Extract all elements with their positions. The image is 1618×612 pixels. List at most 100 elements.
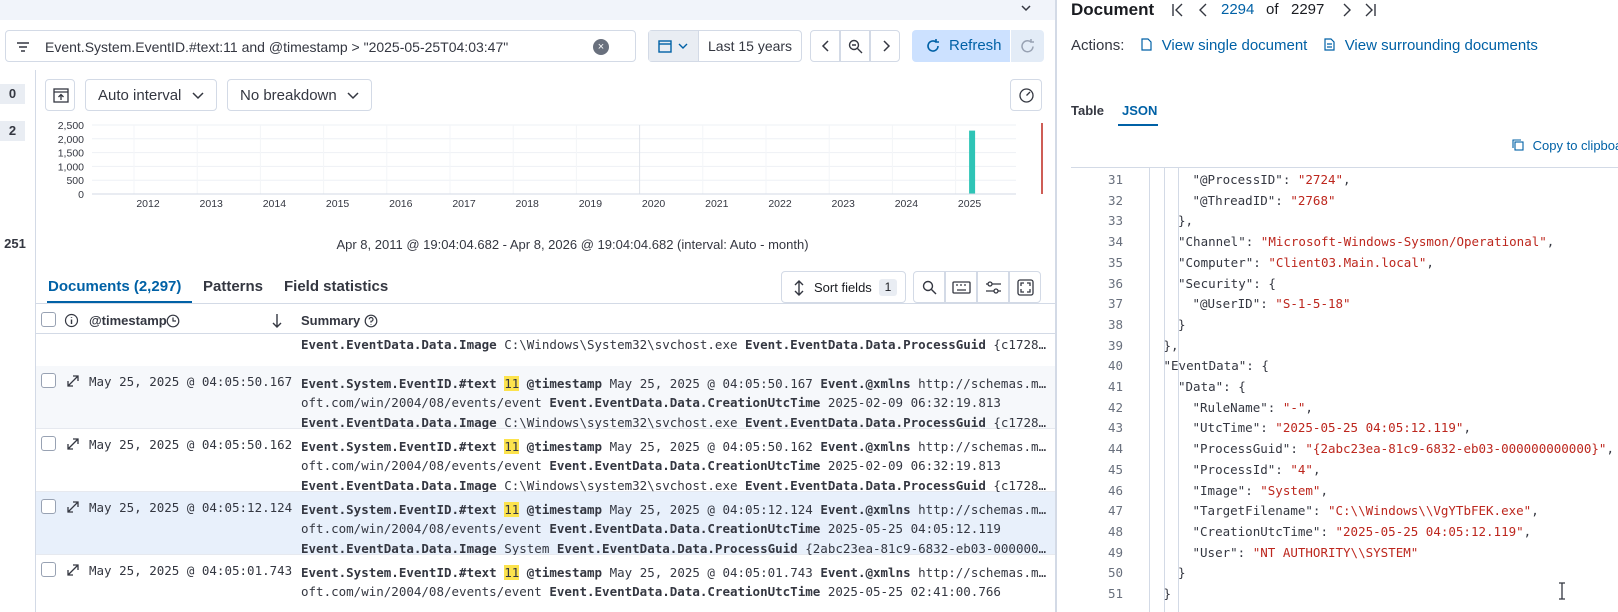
json-key: "RuleName" (1192, 399, 1268, 415)
field-value: oft.com/win/2004/08/events/event (301, 458, 550, 474)
last-page-icon[interactable] (1363, 3, 1377, 17)
breakdown-label: No breakdown (240, 87, 337, 104)
line-number: 41 (1107, 379, 1123, 394)
expand-icon[interactable] (67, 564, 79, 576)
row-timestamp: May 25, 2025 @ 04:05:01.743 (89, 563, 293, 578)
field-name: Event.EventData.Data.CreationUtcTime (549, 521, 821, 537)
gauge-icon (1019, 88, 1034, 103)
chevron-down-icon[interactable] (1019, 1, 1033, 15)
summary-line: Event.EventData.Data.Image C:\Windows\Sy… (301, 335, 1051, 354)
timestamp-column-header[interactable]: @timestamp (89, 313, 167, 328)
copy-to-clipboard-button[interactable]: Copy to clipboard (1512, 138, 1618, 153)
line-number: 31 (1107, 172, 1123, 187)
sort-descending-icon[interactable] (271, 313, 283, 329)
flyout-actions: Actions: View single document View surro… (1071, 37, 1538, 54)
code-line: 34 "Channel": "Microsoft-Windows-Sysmon/O… (1071, 234, 1618, 255)
code-text: } (1178, 565, 1186, 580)
date-range-label[interactable]: Last 15 years (699, 31, 792, 61)
summary-line: oft.com/win/2004/08/events/event Event.E… (301, 519, 1051, 538)
auto-refresh-button[interactable] (1011, 30, 1044, 62)
field-value: {c1728745-b5b0-6832-3100-000000000 (993, 337, 1051, 353)
calendar-upload-icon (53, 88, 69, 103)
interval-select[interactable]: Auto interval (85, 79, 217, 111)
copy-label: Copy to clipboard (1532, 138, 1618, 153)
clear-query-icon[interactable]: × (593, 39, 609, 55)
line-number: 33 (1107, 213, 1123, 229)
previous-page-icon[interactable] (1197, 3, 1209, 17)
search-grid-button[interactable] (913, 271, 945, 303)
summary-column-header[interactable]: Summary (301, 313, 360, 328)
json-colon: : (1312, 503, 1328, 519)
tab-field-statistics[interactable]: Field statistics (284, 278, 388, 295)
row-checkbox[interactable] (41, 499, 56, 514)
y-tick-label: 2,000 (58, 134, 84, 146)
sort-fields-button[interactable]: Sort fields 1 (781, 271, 906, 303)
x-tick-label: 2017 (452, 198, 476, 210)
flyout-title: Document (1071, 0, 1155, 19)
top-strip (0, 0, 1055, 20)
json-colon: : (1282, 172, 1298, 187)
tab-patterns[interactable]: Patterns (203, 278, 263, 295)
expand-icon[interactable] (67, 438, 79, 450)
table-row[interactable]: May 25, 2025 @ 04:05:01.743 Event.System.… (36, 555, 1055, 612)
active-tab-indicator (1118, 124, 1158, 126)
keyboard-shortcuts-button[interactable] (945, 271, 977, 303)
json-code-viewer[interactable]: 31 "@ProcessID": "2724", 32 "@ThreadID": "2… (1071, 167, 1618, 612)
tab-table[interactable]: Table (1071, 103, 1104, 118)
json-punctuation: , (1343, 172, 1351, 187)
display-settings-button[interactable] (977, 271, 1009, 303)
select-all-checkbox[interactable] (41, 312, 56, 327)
json-value: "Client03.Main.local" (1268, 254, 1427, 270)
date-picker[interactable]: Last 15 years (648, 30, 802, 62)
tab-documents[interactable]: Documents (2,297) (48, 278, 181, 295)
json-colon: : (1267, 399, 1283, 415)
row-checkbox[interactable] (41, 373, 56, 388)
summary-line: Event.System.EventID.#text 11 @timestamp… (301, 500, 1051, 519)
histogram-chart[interactable]: 2,500 2,000 1,5001,000 500 0 2012 2013 2014 2015… (44, 120, 1049, 220)
view-single-document-link[interactable]: View single document (1162, 37, 1308, 54)
expand-icon[interactable] (67, 501, 79, 513)
zoom-out-button[interactable] (840, 30, 870, 62)
chart-options-button[interactable] (1010, 79, 1042, 111)
expand-icon[interactable] (67, 375, 79, 387)
row-checkbox[interactable] (41, 436, 56, 451)
y-tick-label: 1,500 (58, 148, 84, 160)
pager-of-label: of (1266, 1, 1279, 18)
filter-lines-icon (17, 42, 29, 52)
json-key: "EventData" (1163, 358, 1247, 374)
next-page-icon[interactable] (1341, 3, 1353, 17)
code-line: 45 "ProcessId": "4", (1071, 462, 1618, 483)
current-document-index[interactable]: 2294 (1221, 1, 1254, 18)
toggle-histogram-button[interactable] (45, 79, 75, 111)
json-value: "C:\\Windows\\VgYTbFEK.exe" (1327, 503, 1532, 519)
info-icon[interactable] (64, 313, 79, 328)
json-key: "Computer" (1178, 254, 1254, 270)
table-row[interactable]: May 25, 2025 @ 04:05:12.124 Event.System.… (36, 492, 1055, 556)
first-page-icon[interactable] (1171, 3, 1185, 17)
fullscreen-button[interactable] (1009, 271, 1041, 303)
next-range-button[interactable] (870, 30, 900, 62)
line-number: 37 (1107, 296, 1123, 312)
line-number: 45 (1107, 461, 1123, 477)
code-text: "RuleName": "-", (1193, 400, 1313, 415)
refresh-button[interactable]: Refresh (912, 30, 1010, 62)
field-name: Event.EventData.Data.Image (301, 540, 497, 556)
breakdown-select[interactable]: No breakdown (227, 79, 372, 111)
field-value: {c1728745-b5b0-6832-3100-000000000 (993, 477, 1051, 493)
row-checkbox[interactable] (41, 562, 56, 577)
line-number: 34 (1107, 234, 1123, 250)
code-line: 32 "@ThreadID": "2768" (1071, 193, 1618, 214)
query-bar[interactable]: Event.System.EventID.#text:11 and @times… (5, 30, 636, 62)
side-count-badge: 0 (0, 84, 25, 104)
json-colon: : (1320, 523, 1336, 539)
query-input[interactable]: Event.System.EventID.#text:11 and @times… (45, 39, 508, 55)
tab-json[interactable]: JSON (1122, 103, 1157, 118)
chevron-down-icon (192, 92, 204, 100)
previous-range-button[interactable] (810, 30, 840, 62)
histogram-bar[interactable] (969, 130, 976, 194)
table-row[interactable]: May 25, 2025 @ 04:05:50.162 Event.System.… (36, 429, 1055, 493)
view-surrounding-documents-link[interactable]: View surrounding documents (1345, 37, 1538, 54)
calendar-quick-menu-button[interactable] (649, 31, 699, 61)
table-row[interactable]: May 25, 2025 @ 04:05:50.167 Event.System.… (36, 366, 1055, 430)
line-number: 48 (1107, 523, 1123, 539)
